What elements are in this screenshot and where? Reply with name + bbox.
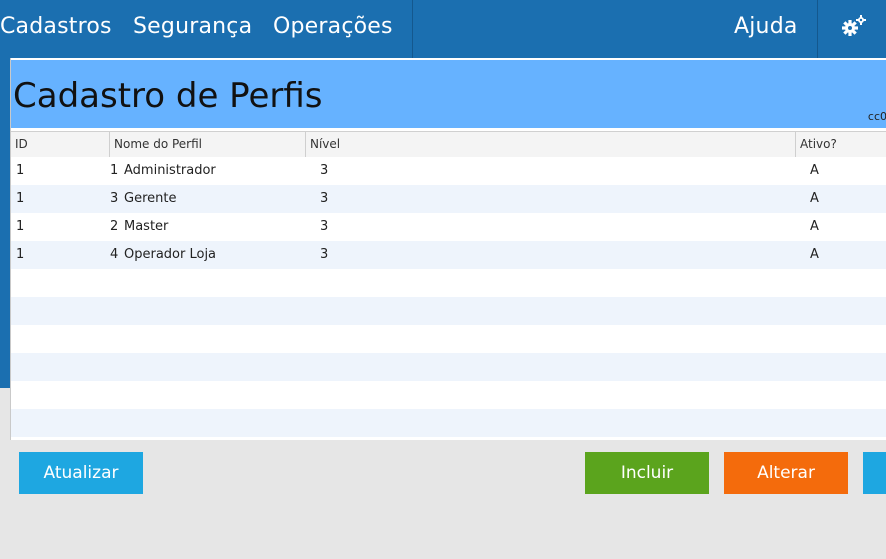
page-title: Cadastro de Perfis (13, 76, 323, 116)
menu-ajuda[interactable]: Ajuda (734, 14, 798, 39)
column-header-id[interactable]: ID (11, 132, 110, 157)
empty-row (11, 409, 886, 437)
left-side-strip (0, 58, 10, 388)
cell-name: Gerente (124, 191, 177, 206)
cell-id: 1 (16, 163, 25, 178)
atualizar-button[interactable]: Atualizar (19, 452, 143, 494)
table-row[interactable]: 1 3 Gerente 3 A (11, 185, 886, 213)
menu-cadastros[interactable]: Cadastros (0, 14, 112, 39)
cell-nivel: 3 (320, 191, 329, 206)
empty-row (11, 269, 886, 297)
table-row[interactable]: 1 1 Administrador 3 A (11, 157, 886, 185)
partial-button[interactable] (863, 452, 886, 494)
empty-row (11, 381, 886, 409)
column-header-nivel[interactable]: Nível (306, 132, 796, 157)
cell-ativo: A (810, 163, 819, 178)
table-header: ID Nome do Perfil Nível Ativo? (11, 131, 886, 158)
menu-divider (412, 0, 413, 58)
cell-ativo: A (810, 191, 819, 206)
empty-row (11, 353, 886, 381)
table-row[interactable]: 1 4 Operador Loja 3 A (11, 241, 886, 269)
cell-id: 1 (16, 247, 25, 262)
cell-nivel: 3 (320, 219, 329, 234)
menu-seguranca[interactable]: Segurança (133, 14, 252, 39)
cell-name: Administrador (124, 163, 216, 178)
cell-nivel: 3 (320, 163, 329, 178)
panel-code: cc0 (867, 110, 886, 123)
menu-divider (817, 0, 818, 58)
cell-name: Master (124, 219, 169, 234)
cell-ativo: A (810, 247, 819, 262)
empty-row (11, 297, 886, 325)
empty-row (11, 325, 886, 353)
panel-header: Cadastro de Perfis cc0 (11, 60, 886, 128)
column-header-ativo[interactable]: Ativo? (796, 132, 886, 157)
incluir-button[interactable]: Incluir (585, 452, 709, 494)
top-menu-bar: Cadastros Segurança Operações Ajuda (0, 0, 886, 58)
menu-operacoes[interactable]: Operações (273, 14, 393, 39)
cell-id: 1 (16, 219, 25, 234)
cell-nivel: 3 (320, 247, 329, 262)
cell-number: 1 (110, 163, 119, 178)
column-header-nome[interactable]: Nome do Perfil (110, 132, 306, 157)
cell-number: 3 (110, 191, 119, 206)
cell-name: Operador Loja (124, 247, 217, 262)
profiles-panel: Cadastro de Perfis cc0 ID Nome do Perfil… (10, 58, 886, 440)
cell-number: 4 (110, 247, 119, 262)
cell-id: 1 (16, 191, 25, 206)
cell-ativo: A (810, 219, 819, 234)
table-row[interactable]: 1 2 Master 3 A (11, 213, 886, 241)
gears-icon[interactable] (838, 12, 878, 42)
cell-number: 2 (110, 219, 119, 234)
alterar-button[interactable]: Alterar (724, 452, 848, 494)
